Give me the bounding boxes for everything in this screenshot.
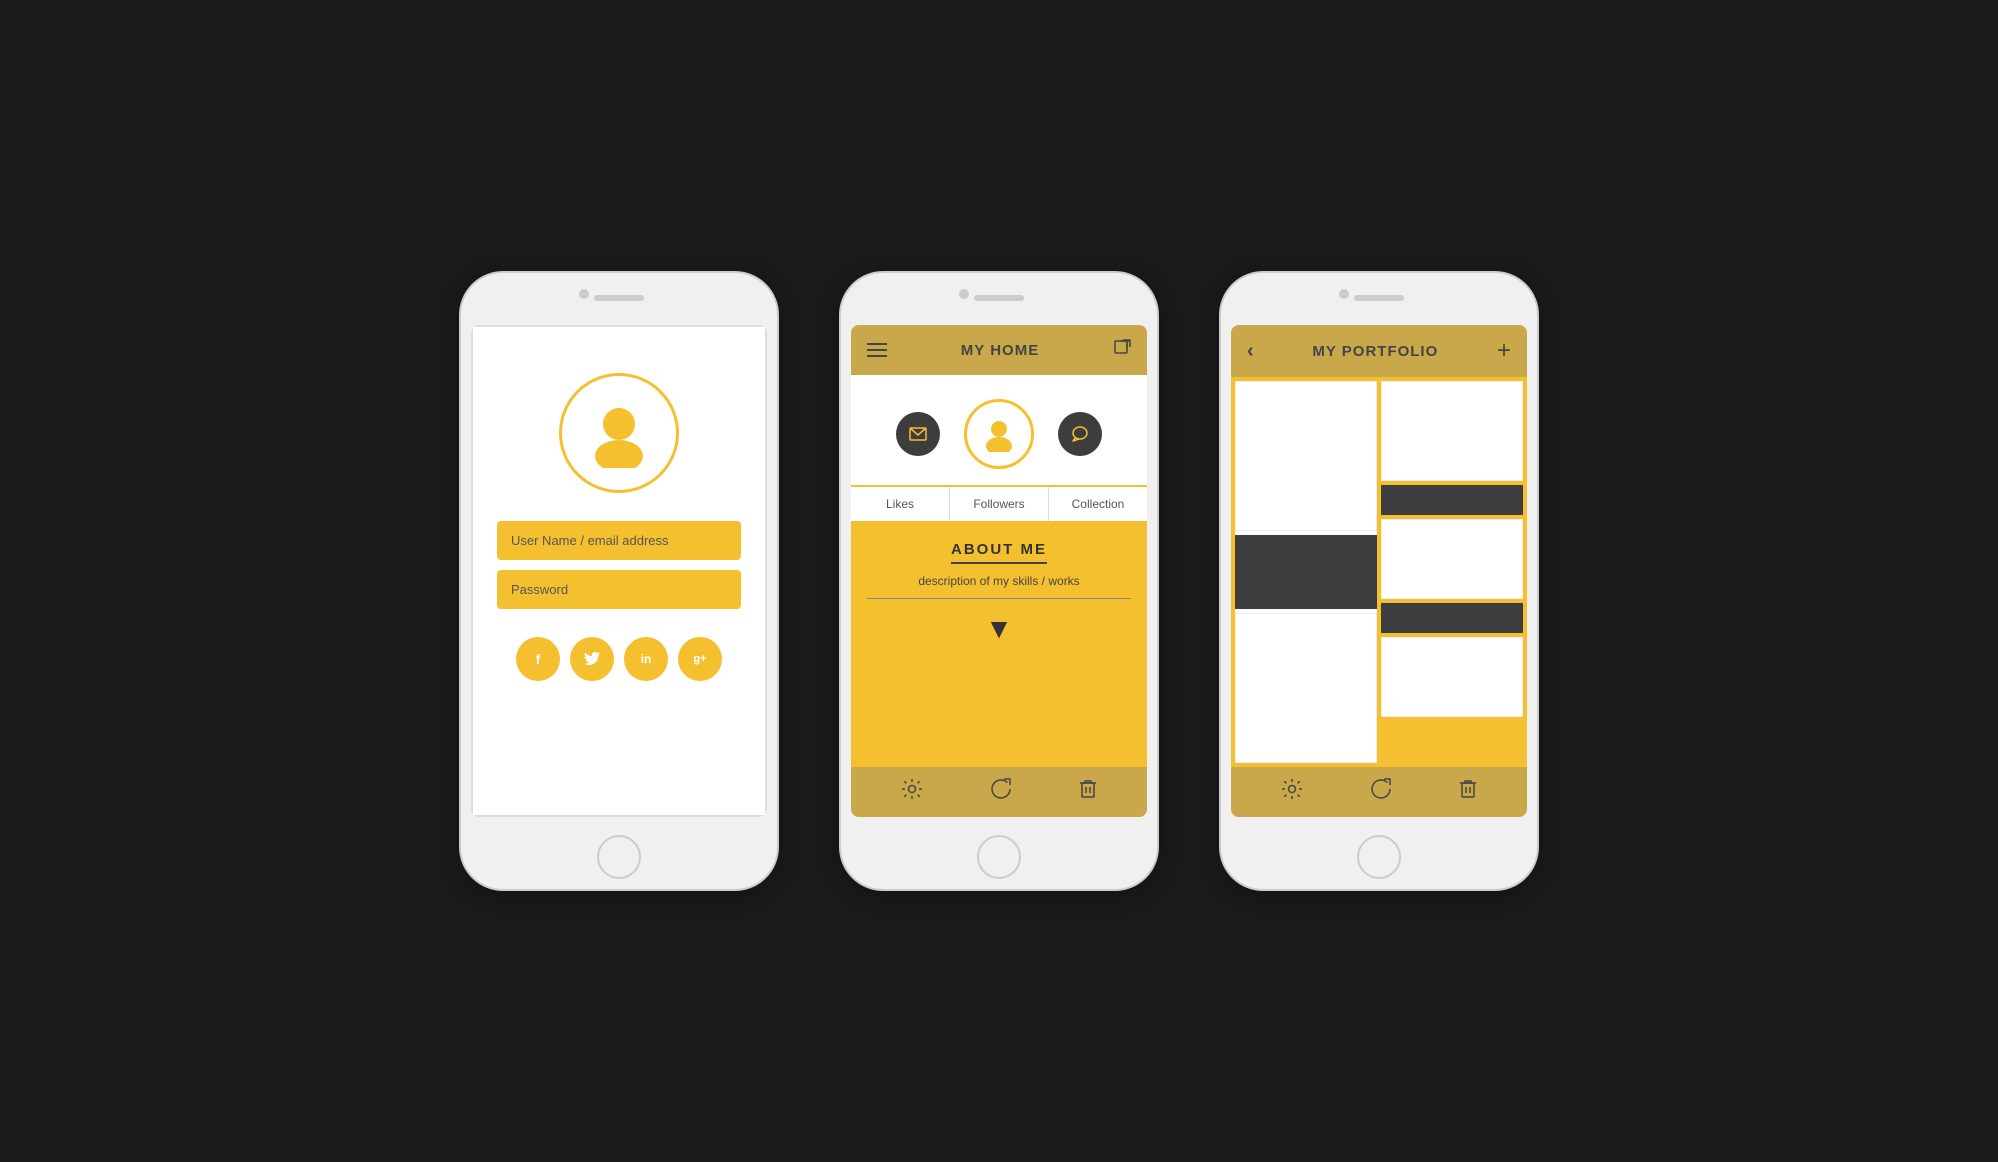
linkedin-button[interactable]: in bbox=[624, 637, 668, 681]
tabs-row: Likes Followers Collection bbox=[851, 485, 1147, 521]
down-arrow-icon: ▼ bbox=[985, 613, 1013, 645]
portfolio-cell-dark-1 bbox=[1235, 535, 1377, 609]
facebook-button[interactable]: f bbox=[516, 637, 560, 681]
phone-home-button[interactable] bbox=[1357, 835, 1401, 879]
trash-icon bbox=[1079, 778, 1097, 800]
avatar-circle bbox=[559, 373, 679, 493]
chat-button[interactable] bbox=[1058, 412, 1102, 456]
phone-camera bbox=[579, 289, 589, 299]
portfolio-col-left bbox=[1235, 381, 1377, 763]
page-title: MY HOME bbox=[961, 342, 1039, 359]
password-input[interactable] bbox=[497, 570, 741, 609]
portfolio-refresh-button[interactable] bbox=[1370, 778, 1392, 806]
chat-icon bbox=[1071, 425, 1089, 443]
portfolio-trash-icon bbox=[1459, 778, 1477, 800]
message-button[interactable] bbox=[896, 412, 940, 456]
profile-user-icon bbox=[981, 416, 1017, 452]
portfolio-refresh-icon bbox=[1370, 778, 1392, 800]
email-icon bbox=[909, 427, 927, 441]
portfolio-settings-icon bbox=[1281, 778, 1303, 800]
portfolio-cell-5 bbox=[1381, 637, 1523, 717]
settings-icon bbox=[901, 778, 923, 800]
phone-home-button[interactable] bbox=[977, 835, 1021, 879]
portfolio-screen: ‹ MY PORTFOLIO + bbox=[1231, 325, 1527, 817]
app-header: MY HOME bbox=[851, 325, 1147, 375]
add-button[interactable]: + bbox=[1497, 337, 1511, 365]
edit-icon bbox=[1113, 339, 1131, 357]
tab-followers[interactable]: Followers bbox=[950, 487, 1049, 521]
profile-icons-row bbox=[896, 399, 1102, 469]
portfolio-grid bbox=[1231, 377, 1527, 767]
username-input[interactable] bbox=[497, 521, 741, 560]
portfolio-cell-3 bbox=[1235, 613, 1377, 763]
settings-button[interactable] bbox=[901, 778, 923, 806]
profile-section bbox=[851, 375, 1147, 485]
user-avatar-icon bbox=[584, 398, 654, 468]
portfolio-cell-1 bbox=[1235, 381, 1377, 531]
phone-home-button[interactable] bbox=[597, 835, 641, 879]
phone-login: f in g+ bbox=[459, 271, 779, 891]
portfolio-title: MY PORTFOLIO bbox=[1312, 343, 1438, 360]
portfolio-header: ‹ MY PORTFOLIO + bbox=[1231, 325, 1527, 377]
about-section: ABOUT ME description of my skills / work… bbox=[851, 521, 1147, 767]
portfolio-col-right bbox=[1381, 381, 1523, 730]
refresh-icon bbox=[990, 778, 1012, 800]
hamburger-menu[interactable] bbox=[867, 343, 887, 357]
portfolio-cell-dark-3 bbox=[1381, 603, 1523, 633]
googleplus-button[interactable]: g+ bbox=[678, 637, 722, 681]
portfolio-bottom-bar bbox=[1231, 767, 1527, 817]
portfolio-cell-4 bbox=[1381, 519, 1523, 599]
phone-home: MY HOME bbox=[839, 271, 1159, 891]
tab-likes[interactable]: Likes bbox=[851, 487, 950, 521]
profile-avatar[interactable] bbox=[964, 399, 1034, 469]
edit-button[interactable] bbox=[1113, 339, 1131, 362]
home-screen: MY HOME bbox=[851, 325, 1147, 817]
back-button[interactable]: ‹ bbox=[1247, 340, 1254, 363]
portfolio-delete-button[interactable] bbox=[1459, 778, 1477, 806]
phone-camera bbox=[959, 289, 969, 299]
tab-collection[interactable]: Collection bbox=[1049, 487, 1147, 521]
portfolio-cell-dark-2 bbox=[1381, 485, 1523, 515]
about-description: description of my skills / works bbox=[867, 574, 1131, 599]
bottom-bar bbox=[851, 767, 1147, 817]
about-title: ABOUT ME bbox=[951, 541, 1047, 564]
refresh-button[interactable] bbox=[990, 778, 1012, 806]
twitter-icon bbox=[584, 652, 600, 666]
twitter-button[interactable] bbox=[570, 637, 614, 681]
social-buttons: f in g+ bbox=[516, 637, 722, 681]
phone-camera bbox=[1339, 289, 1349, 299]
phones-container: f in g+ bbox=[459, 271, 1539, 891]
portfolio-settings-button[interactable] bbox=[1281, 778, 1303, 806]
phone-portfolio: ‹ MY PORTFOLIO + bbox=[1219, 271, 1539, 891]
login-screen: f in g+ bbox=[471, 325, 767, 817]
portfolio-cell-2 bbox=[1381, 381, 1523, 481]
delete-button[interactable] bbox=[1079, 778, 1097, 806]
